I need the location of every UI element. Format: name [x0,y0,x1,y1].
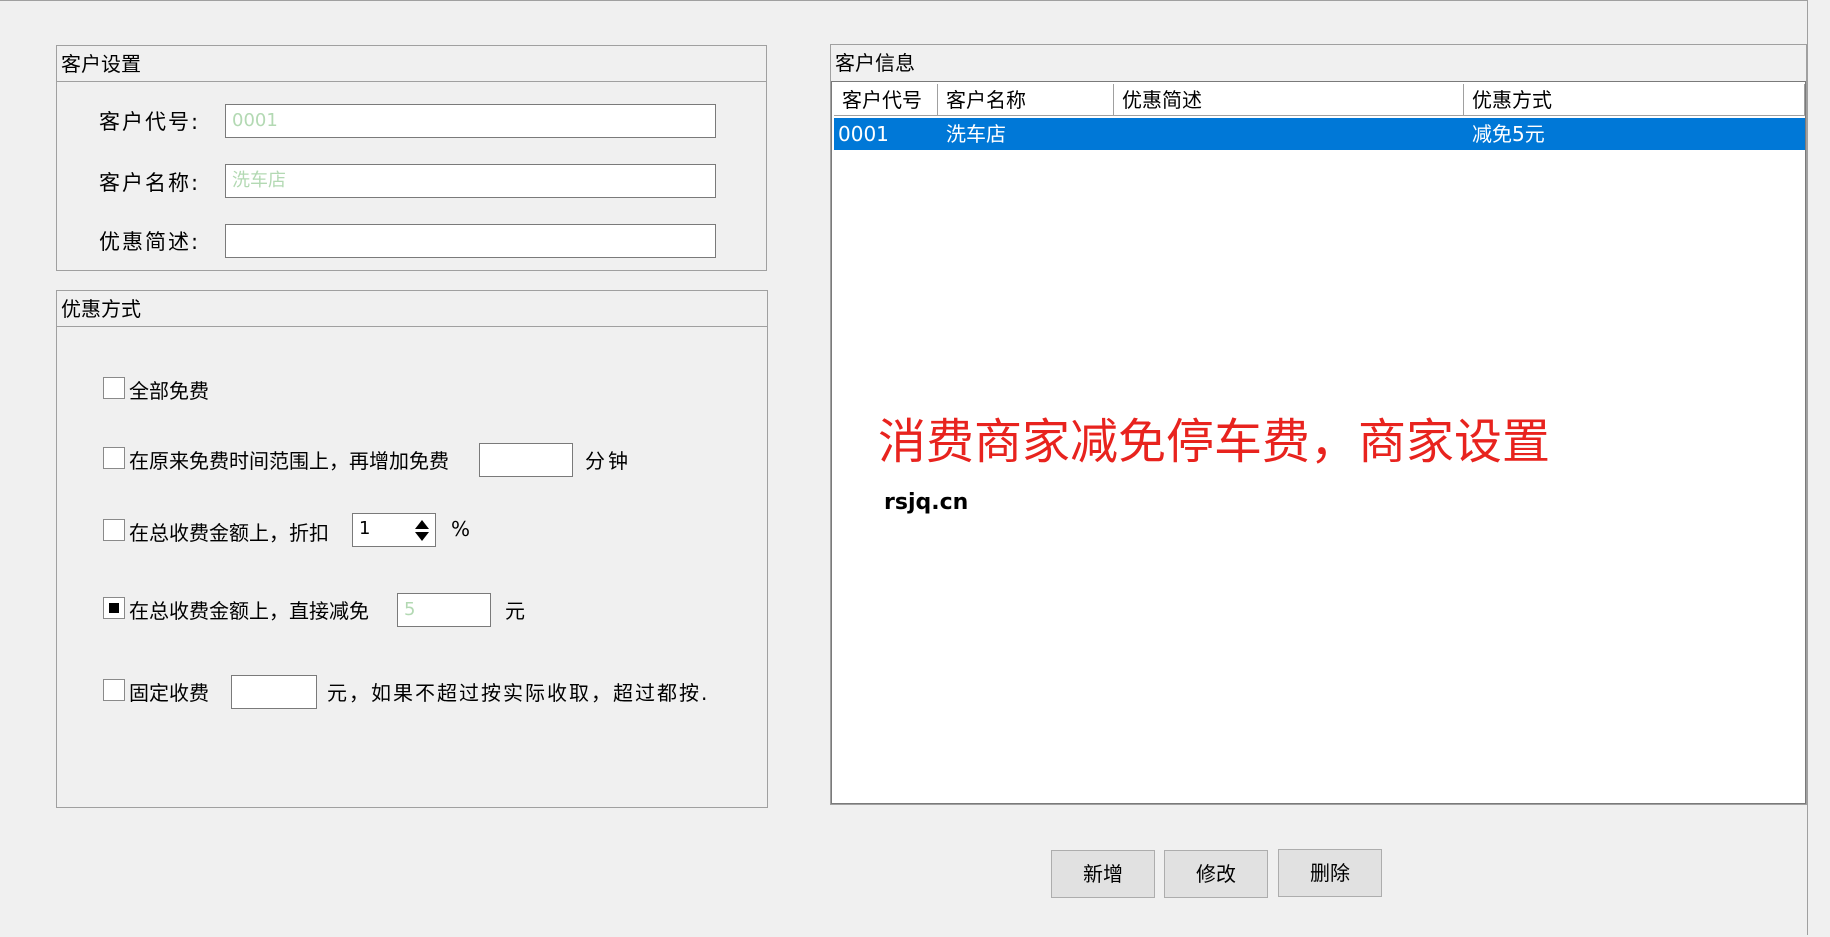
extra-free-minutes-unit: 分钟 [585,449,631,473]
option-direct-reduction-checkbox[interactable] [103,597,125,619]
customer-table[interactable]: 客户代号 客户名称 优惠简述 优惠方式 0001 洗车店 减免5元 消费商家减免… [831,81,1806,804]
option-fixed-fee-label[interactable]: 固定收费 [129,677,209,706]
discount-method-title: 优惠方式 [57,291,767,327]
column-header-code[interactable]: 客户代号 [834,84,938,116]
extra-free-minutes-input[interactable] [479,443,573,477]
table-row[interactable]: 0001 洗车店 减免5元 [834,118,1805,150]
customer-info-title: 客户信息 [835,51,915,75]
option-extra-free-time-label[interactable]: 在原来免费时间范围上，再增加免费 [129,445,449,474]
customer-code-label: 客户代号: [99,110,201,134]
option-discount-rate-checkbox[interactable] [103,519,125,541]
discount-rate-stepper[interactable]: 1 [352,513,436,547]
customer-code-input[interactable]: 0001 [225,104,716,138]
option-all-free-label[interactable]: 全部免费 [129,375,209,404]
direct-reduction-unit: 元 [505,599,525,623]
customer-settings-title: 客户设置 [57,46,766,82]
overlay-url: rsjq.cn [884,490,969,515]
cell-code: 0001 [838,122,889,146]
discount-rate-unit: % [451,517,471,541]
option-fixed-fee-checkbox[interactable] [103,679,125,701]
customer-info-group: 客户信息 客户代号 客户名称 优惠简述 优惠方式 0001 洗车店 减免5元 消… [830,44,1807,805]
edit-button[interactable]: 修改 [1164,850,1268,898]
discount-desc-label: 优惠简述: [99,230,201,254]
cell-name: 洗车店 [946,122,1006,146]
option-all-free-checkbox[interactable] [103,377,125,399]
customer-name-label: 客户名称: [99,171,201,195]
column-header-desc[interactable]: 优惠简述 [1114,84,1464,116]
delete-button[interactable]: 删除 [1278,849,1382,897]
overlay-caption: 消费商家减免停车费，商家设置 [878,414,1551,470]
direct-reduction-amount-input[interactable]: 5 [397,593,491,627]
stepper-arrows-icon[interactable] [411,516,433,544]
discount-method-group: 优惠方式 全部免费 在原来免费时间范围上，再增加免费 分钟 在总收费金额上，折扣… [56,290,768,808]
fixed-fee-input[interactable] [231,675,317,709]
add-button[interactable]: 新增 [1051,850,1155,898]
option-extra-free-time-checkbox[interactable] [103,447,125,469]
column-header-name[interactable]: 客户名称 [938,84,1114,116]
option-discount-rate-label[interactable]: 在总收费金额上，折扣 [129,517,329,546]
customer-name-input[interactable]: 洗车店 [225,164,716,198]
fixed-fee-note: 元，如果不超过按实际收取，超过都按. [327,681,710,705]
checked-mark-icon [103,597,125,619]
customer-settings-group: 客户设置 客户代号: 0001 客户名称: 洗车店 优惠简述: [56,45,767,271]
discount-rate-value: 1 [359,518,371,539]
cell-method: 减免5元 [1472,122,1545,146]
column-header-method[interactable]: 优惠方式 [1464,84,1805,116]
discount-desc-input[interactable] [225,224,716,258]
option-direct-reduction-label[interactable]: 在总收费金额上，直接减免 [129,595,369,624]
